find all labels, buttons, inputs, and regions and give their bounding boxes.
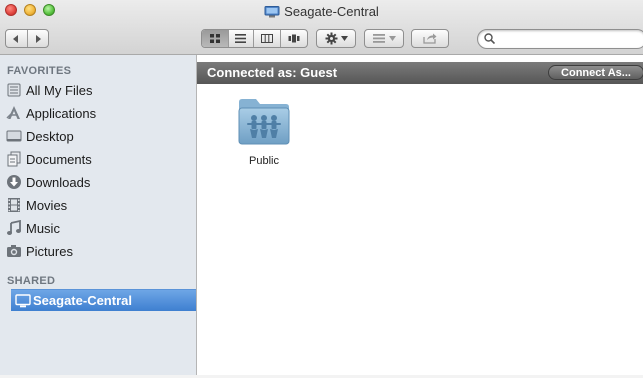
list-view-icon <box>235 34 247 43</box>
toolbar: Seagate-Central <box>0 0 643 55</box>
sidebar-item-applications[interactable]: Applications <box>0 102 196 124</box>
movies-icon <box>8 198 20 212</box>
chevron-down-icon <box>340 36 348 41</box>
finder-window: Seagate-Central FAVORITES All My Files A… <box>0 0 643 378</box>
desktop-icon <box>6 130 22 142</box>
forward-button[interactable] <box>28 30 49 47</box>
sidebar-item-label: Pictures <box>26 243 73 259</box>
sidebar-item-label: Desktop <box>26 128 74 144</box>
back-button[interactable] <box>6 30 28 47</box>
action-menu-button[interactable] <box>316 29 356 48</box>
window-title: Seagate-Central <box>284 4 379 19</box>
sidebar-item-label: All My Files <box>26 82 93 98</box>
music-icon <box>7 220 21 235</box>
arrange-menu-button[interactable] <box>364 29 404 48</box>
back-arrow-icon <box>13 34 19 43</box>
applications-icon <box>6 106 20 119</box>
sidebar-item-label: Movies <box>26 197 68 213</box>
connection-status-bar: Connected as: Guest Connect As... <box>197 62 643 84</box>
content-area: Connected as: Guest Connect As... Public <box>197 55 643 378</box>
sidebar-item-movies[interactable]: Movies <box>0 194 196 216</box>
sidebar-item-label: Music <box>26 220 60 236</box>
sidebar-item-label: Downloads <box>26 174 91 190</box>
view-mode-control <box>201 29 308 48</box>
folder-item-public[interactable]: Public <box>229 96 299 167</box>
window-title-area: Seagate-Central <box>0 4 643 20</box>
sidebar-item-pictures[interactable]: Pictures <box>0 240 196 262</box>
share-button[interactable] <box>411 29 449 48</box>
sidebar-item-label: Applications <box>26 105 97 121</box>
forward-arrow-icon <box>35 34 41 43</box>
folder-label: Public <box>249 155 279 167</box>
back-forward-control <box>5 29 49 48</box>
sidebar-item-seagate-central[interactable]: Seagate-Central <box>11 289 196 311</box>
share-icon <box>423 33 437 44</box>
sidebar-header-shared: SHARED <box>7 275 56 287</box>
downloads-icon <box>7 175 21 189</box>
sidebar-header-favorites: FAVORITES <box>7 65 72 77</box>
all-my-files-icon <box>7 83 21 97</box>
sidebar-item-all-my-files[interactable]: All My Files <box>0 79 196 101</box>
icon-view-icon <box>209 34 220 43</box>
sidebar-item-music[interactable]: Music <box>0 217 196 239</box>
documents-icon <box>7 151 21 167</box>
coverflow-view-icon <box>288 34 300 43</box>
coverflow-view-button[interactable] <box>281 30 307 47</box>
list-view-button[interactable] <box>229 30 255 47</box>
search-icon <box>484 33 495 44</box>
gear-icon <box>325 32 337 45</box>
search-field[interactable] <box>477 29 643 49</box>
network-computer-icon <box>15 294 31 308</box>
sidebar-item-desktop[interactable]: Desktop <box>0 125 196 147</box>
icon-view-button[interactable] <box>202 30 229 47</box>
sidebar-item-label: Seagate-Central <box>33 293 132 308</box>
column-view-button[interactable] <box>254 30 281 47</box>
sidebar-item-documents[interactable]: Documents <box>0 148 196 170</box>
sidebar-item-label: Documents <box>26 151 92 167</box>
sidebar: FAVORITES All My Files Applications Desk… <box>0 55 197 378</box>
connect-as-button[interactable]: Connect As... <box>548 65 643 80</box>
chevron-down-icon <box>388 36 396 41</box>
network-computer-icon <box>264 6 280 18</box>
connected-as-label: Connected as: Guest <box>207 65 338 80</box>
shared-folder-icon <box>238 99 290 145</box>
sidebar-item-downloads[interactable]: Downloads <box>0 171 196 193</box>
arrange-icon <box>372 34 385 43</box>
column-view-icon <box>260 34 273 43</box>
pictures-icon <box>7 245 21 257</box>
search-input[interactable] <box>500 32 643 46</box>
